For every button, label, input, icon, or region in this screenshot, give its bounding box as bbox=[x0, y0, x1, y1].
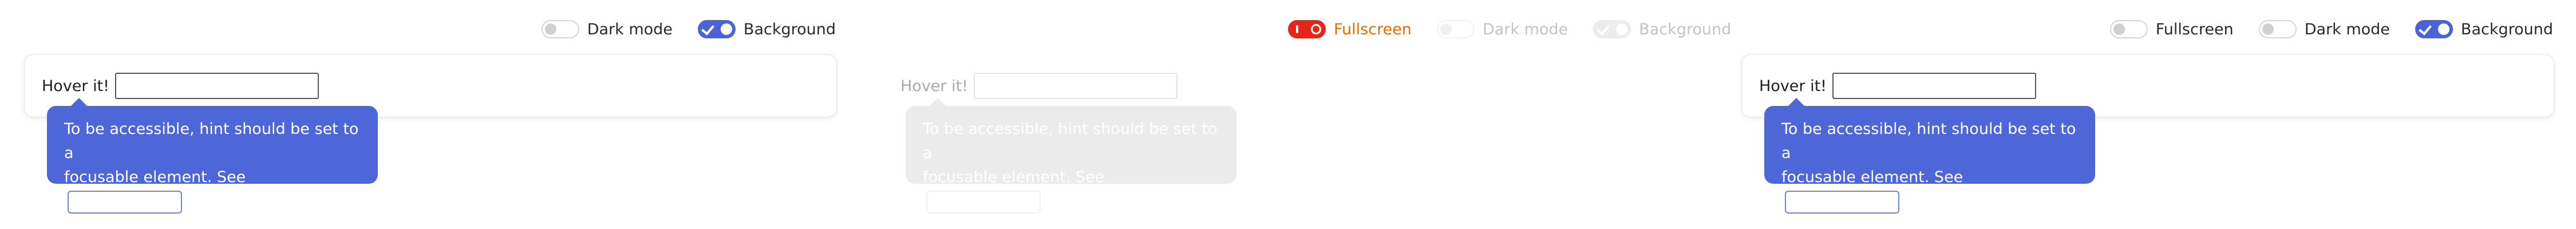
switch-knob-icon bbox=[1440, 23, 1452, 35]
dark-mode-toggle[interactable]: Dark mode bbox=[2258, 20, 2390, 38]
fullscreen-toggle[interactable]: Fullscreen bbox=[2109, 20, 2234, 38]
screenshot-stage: Dark mode Background Hover it! To be acc… bbox=[0, 0, 2576, 229]
hover-label: Hover it! bbox=[1759, 77, 1827, 95]
hover-label: Hover it! bbox=[900, 77, 969, 95]
background-switch[interactable] bbox=[697, 20, 736, 38]
fullscreen-label: Fullscreen bbox=[1334, 20, 1412, 38]
background-label: Background bbox=[2460, 20, 2553, 38]
dark-mode-switch[interactable] bbox=[2258, 20, 2297, 38]
hover-input[interactable] bbox=[115, 73, 319, 99]
tooltip-text-line2: focusable element. See bbox=[1781, 168, 1963, 186]
checkmark-icon bbox=[2419, 22, 2432, 35]
tooltip-link[interactable] bbox=[68, 190, 182, 214]
toolbar: Fullscreen Dark mode Background bbox=[2109, 20, 2553, 38]
switch-ring-icon bbox=[1311, 24, 1321, 34]
switch-knob-icon bbox=[2262, 23, 2274, 35]
tooltip-text-line1: To be accessible, hint should be set to … bbox=[923, 120, 1218, 162]
background-switch[interactable] bbox=[2415, 20, 2453, 38]
switch-bar-icon bbox=[1296, 25, 1298, 33]
hint-tooltip: To be accessible, hint should be set to … bbox=[1764, 98, 2095, 214]
switch-knob-icon bbox=[2113, 23, 2125, 35]
fullscreen-toggle[interactable]: Fullscreen bbox=[1288, 20, 1412, 38]
dark-mode-label: Dark mode bbox=[1482, 20, 1568, 38]
background-label: Background bbox=[743, 20, 836, 38]
fullscreen-label: Fullscreen bbox=[2155, 20, 2234, 38]
hint-tooltip: To be accessible, hint should be set to … bbox=[906, 98, 1236, 214]
toolbar: Dark mode Background bbox=[541, 20, 836, 38]
switch-knob-icon bbox=[1616, 23, 1628, 35]
tooltip-text-line1: To be accessible, hint should be set to … bbox=[64, 120, 359, 162]
dark-mode-label: Dark mode bbox=[2304, 20, 2390, 38]
tooltip-link[interactable] bbox=[926, 190, 1041, 214]
hint-tooltip: To be accessible, hint should be set to … bbox=[47, 98, 378, 214]
tooltip-text-line2: focusable element. See bbox=[923, 168, 1105, 186]
dark-mode-toggle[interactable]: Dark mode bbox=[541, 20, 673, 38]
toolbar: Fullscreen Dark mode Background bbox=[1288, 20, 1731, 38]
demo-panel-fullscreen: Fullscreen Dark mode Background Hover it… bbox=[859, 0, 1731, 229]
fullscreen-switch[interactable] bbox=[1288, 20, 1326, 38]
tooltip-text-line2: focusable element. See bbox=[64, 168, 246, 186]
tooltip-text-line1: To be accessible, hint should be set to … bbox=[1781, 120, 2076, 162]
tooltip-link[interactable] bbox=[1785, 190, 1899, 214]
background-toggle: Background bbox=[1593, 20, 1731, 38]
hover-input[interactable] bbox=[974, 73, 1178, 99]
switch-knob-icon bbox=[544, 23, 556, 35]
dark-mode-switch bbox=[1436, 20, 1475, 38]
switch-knob-icon bbox=[2437, 23, 2449, 35]
fullscreen-switch[interactable] bbox=[2109, 20, 2148, 38]
demo-panel-standard: Fullscreen Dark mode Background Hover it… bbox=[1717, 0, 2576, 229]
dark-mode-switch[interactable] bbox=[541, 20, 579, 38]
hover-label: Hover it! bbox=[42, 77, 110, 95]
dark-mode-label: Dark mode bbox=[587, 20, 673, 38]
demo-panel-default: Dark mode Background Hover it! To be acc… bbox=[0, 0, 859, 229]
switch-knob-icon bbox=[720, 23, 732, 35]
checkmark-icon bbox=[701, 22, 714, 35]
checkmark-icon bbox=[1597, 22, 1610, 35]
background-toggle[interactable]: Background bbox=[697, 20, 836, 38]
background-toggle[interactable]: Background bbox=[2415, 20, 2553, 38]
background-switch bbox=[1593, 20, 1631, 38]
hover-input[interactable] bbox=[1832, 73, 2037, 99]
dark-mode-toggle: Dark mode bbox=[1436, 20, 1568, 38]
